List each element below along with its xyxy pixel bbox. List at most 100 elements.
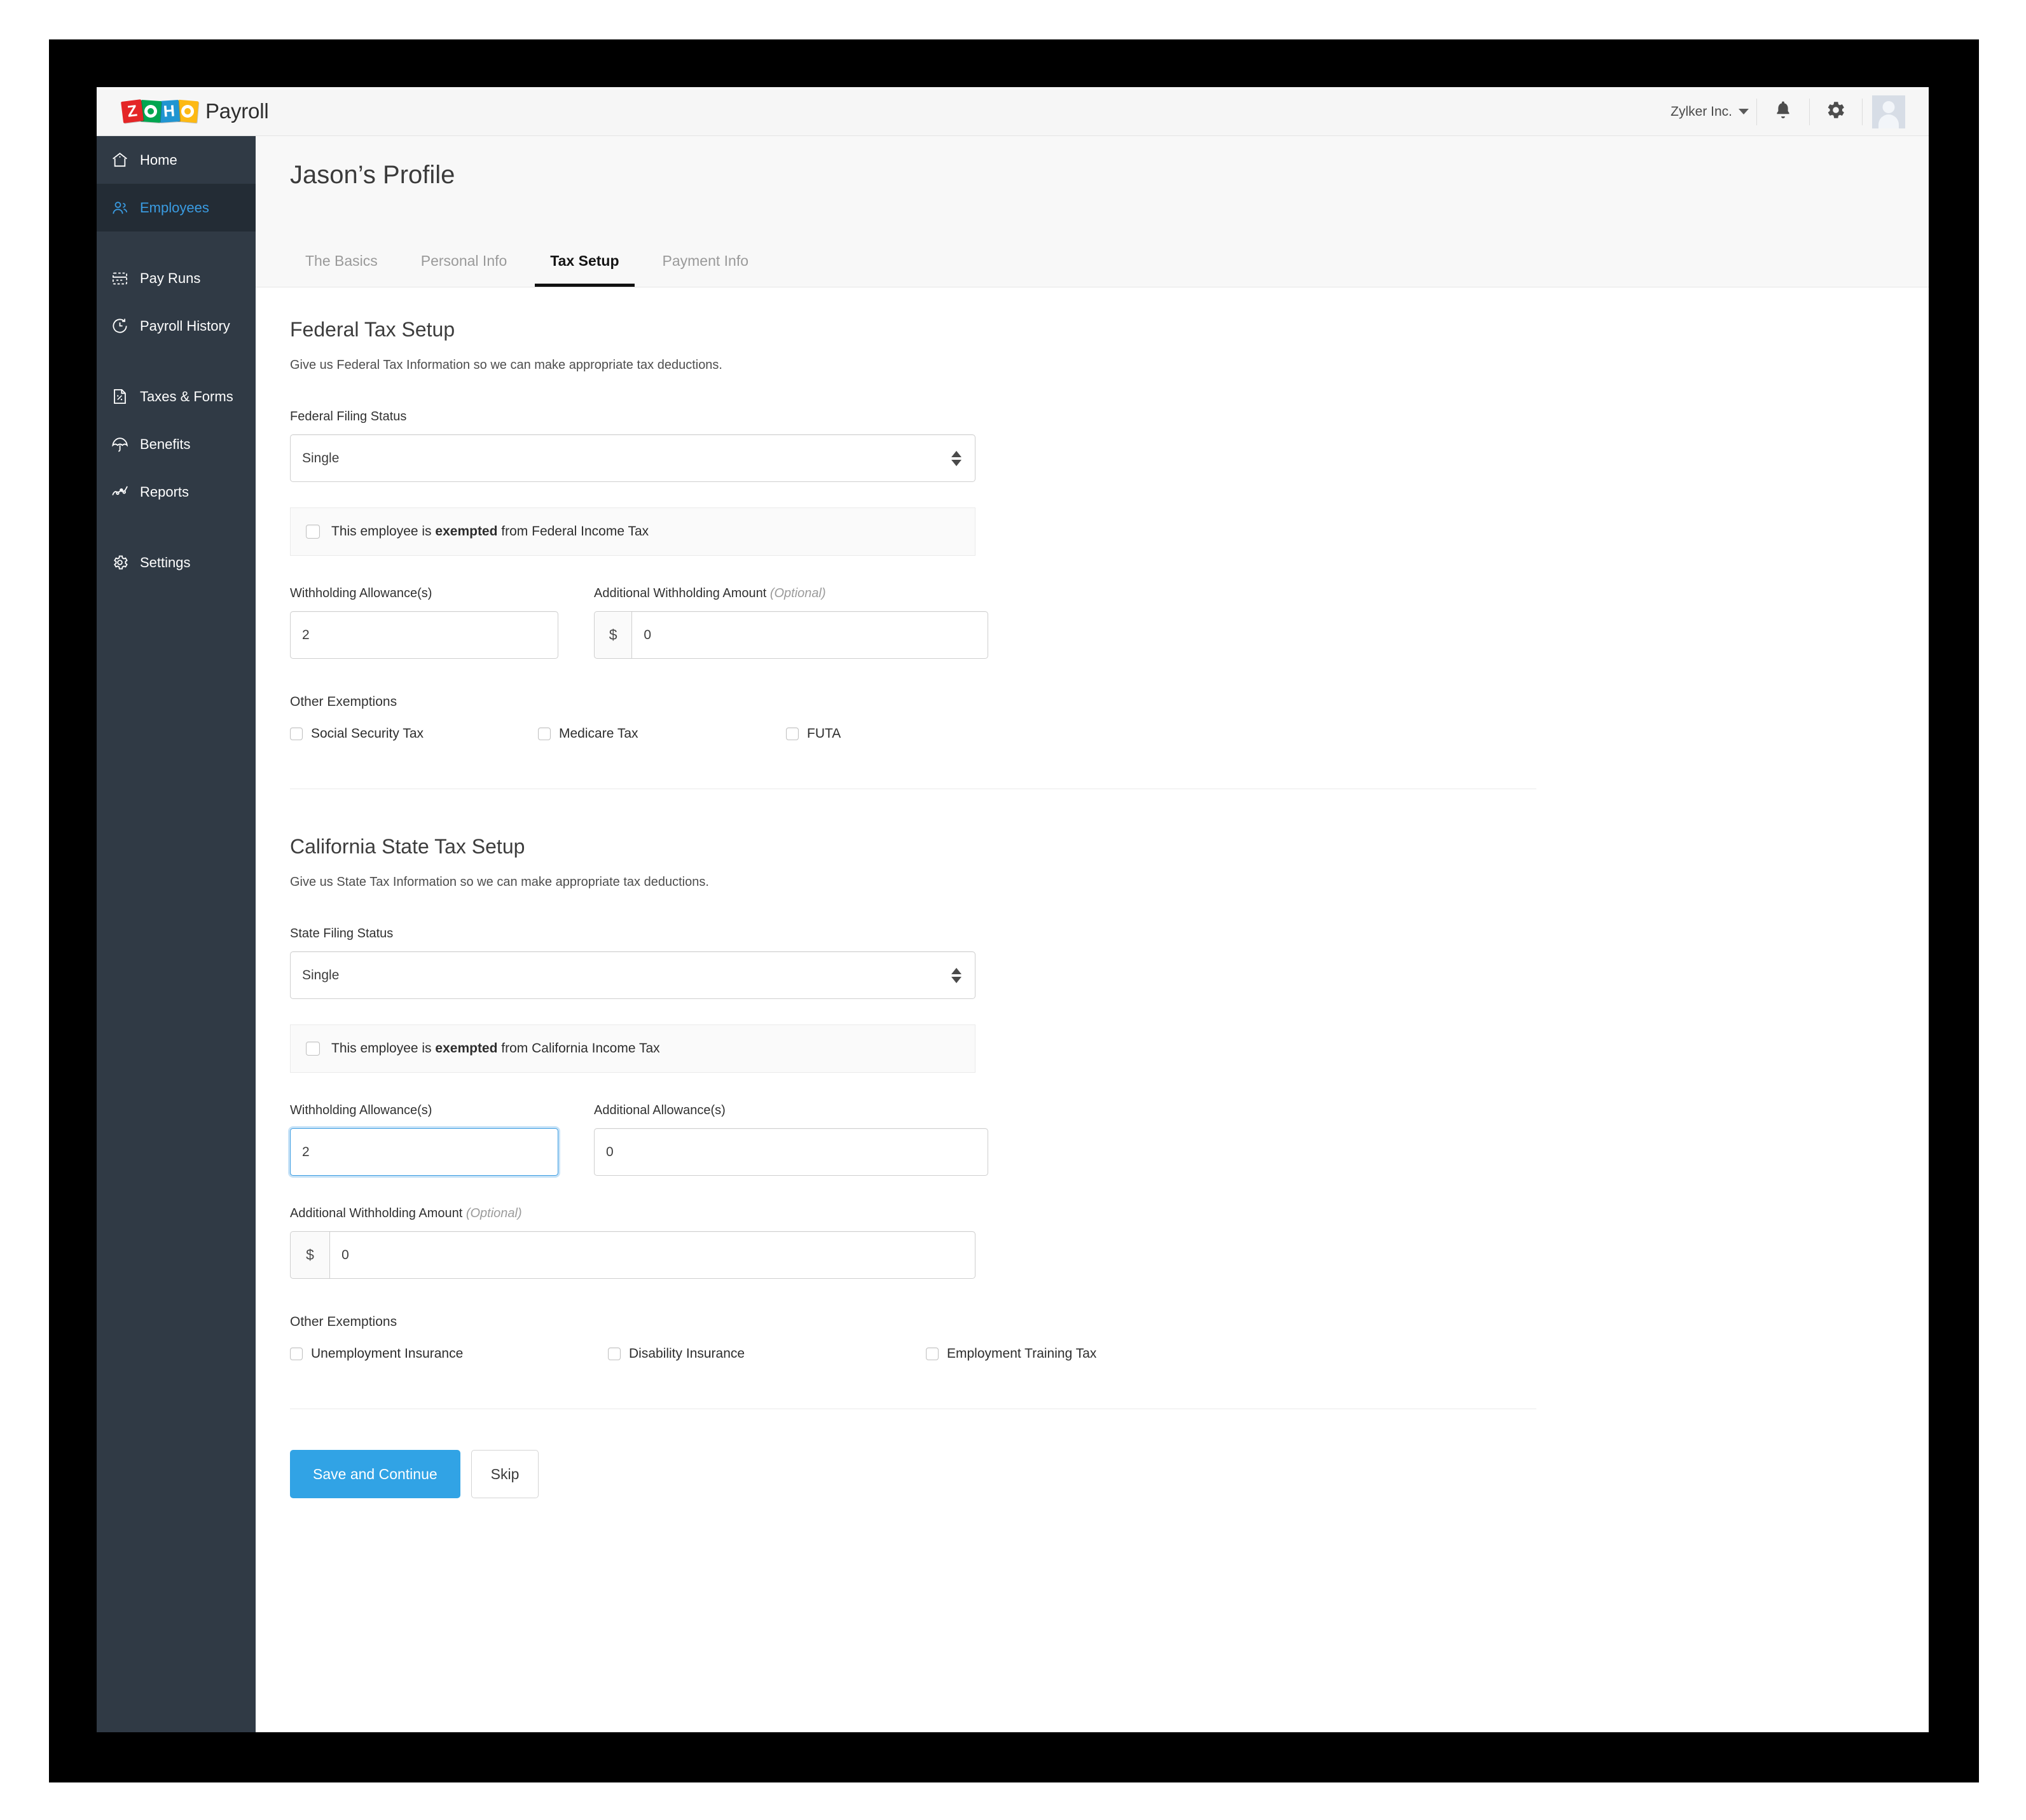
federal-other-exemptions-row: Social Security Tax Medicare Tax FUTA — [290, 726, 1894, 741]
divider — [1756, 98, 1757, 125]
sidebar-item-label: Employees — [140, 199, 209, 216]
state-filing-status-wrap: Single — [290, 951, 975, 999]
tab-the-basics[interactable]: The Basics — [290, 252, 393, 287]
state-withholding-input[interactable] — [290, 1128, 558, 1176]
state-additional-input-group: $ — [290, 1231, 975, 1279]
sidebar-item-reports[interactable]: Reports — [97, 468, 256, 516]
federal-section-subtitle: Give us Federal Tax Information so we ca… — [290, 358, 722, 372]
checkbox-box[interactable] — [786, 727, 799, 740]
federal-other-exemptions: Other Exemptions Social Security Tax Med… — [290, 694, 1894, 741]
federal-withholding-input[interactable] — [290, 611, 558, 659]
zoho-block-h: H — [158, 99, 181, 123]
checkbox-label: Unemployment Insurance — [311, 1346, 464, 1361]
sidebar-item-label: Settings — [140, 554, 191, 570]
federal-exempt-banner[interactable]: This employee is exempted from Federal I… — [290, 507, 975, 556]
tab-tax-setup[interactable]: Tax Setup — [535, 252, 635, 287]
exempt-bold: exempted — [435, 1041, 498, 1056]
checkbox-medicare-tax[interactable]: Medicare Tax — [538, 726, 786, 741]
sidebar-item-label: Payroll History — [140, 317, 230, 334]
state-filing-status-select[interactable]: Single — [290, 951, 975, 999]
exempt-prefix: This employee is — [331, 1041, 436, 1056]
exempt-suffix: from California Income Tax — [497, 1041, 660, 1056]
state-additional-withholding-field: Additional Withholding Amount (Optional)… — [290, 1206, 1894, 1279]
federal-filing-status-wrap: Single — [290, 434, 975, 482]
federal-withholding-field: Withholding Allowance(s) — [290, 586, 558, 659]
profile-menu-button[interactable] — [1864, 87, 1913, 136]
currency-symbol: $ — [290, 1231, 330, 1279]
brand-logo[interactable]: Z H Payroll — [121, 98, 269, 125]
exempt-bold: exempted — [435, 524, 498, 539]
sidebar-item-employees[interactable]: Employees — [97, 184, 256, 231]
state-filing-status-label: State Filing Status — [290, 927, 394, 941]
page-title: Jason’s Profile — [290, 161, 455, 189]
sidebar-item-settings[interactable]: Settings — [97, 539, 256, 586]
checkbox-box[interactable] — [290, 727, 303, 740]
gear-icon — [111, 553, 129, 572]
exempt-suffix: from Federal Income Tax — [497, 524, 649, 539]
zoho-logo-icon: Z H — [121, 98, 199, 125]
state-additional-allowances-input[interactable] — [594, 1128, 988, 1176]
notifications-button[interactable] — [1758, 87, 1808, 136]
save-and-continue-button[interactable]: Save and Continue — [290, 1450, 460, 1498]
state-withholding-label: Withholding Allowance(s) — [290, 1103, 432, 1117]
app-window: Z H Payroll Zylker Inc. Home Employees P… — [97, 87, 1929, 1732]
federal-filing-status-select[interactable]: Single — [290, 434, 975, 482]
federal-withholding-label: Withholding Allowance(s) — [290, 586, 432, 600]
federal-exempt-checkbox[interactable] — [306, 525, 320, 539]
state-section-title: California State Tax Setup — [290, 835, 525, 858]
federal-additional-field: Additional Withholding Amount (Optional)… — [594, 586, 988, 659]
state-allowance-row: Withholding Allowance(s) Additional Allo… — [290, 1103, 1894, 1176]
state-exempt-checkbox[interactable] — [306, 1042, 320, 1056]
umbrella-icon — [111, 435, 129, 453]
state-exempt-banner[interactable]: This employee is exempted from Californi… — [290, 1024, 975, 1073]
label-text: Additional Withholding Amount — [290, 1206, 466, 1220]
sidebar-item-home[interactable]: Home — [97, 136, 256, 184]
state-tax-section: California State Tax Setup Give us State… — [290, 835, 1894, 1362]
state-additional-allowances-field: Additional Allowance(s) — [594, 1103, 988, 1176]
label-text: Additional Withholding Amount — [594, 586, 770, 600]
federal-additional-input[interactable] — [631, 611, 988, 659]
federal-additional-input-group: $ — [594, 611, 988, 659]
top-bar: Z H Payroll Zylker Inc. — [97, 87, 1929, 136]
checkbox-box[interactable] — [290, 1348, 303, 1360]
tab-personal-info[interactable]: Personal Info — [406, 252, 523, 287]
sidebar-item-label: Reports — [140, 483, 190, 500]
state-other-exemptions-title: Other Exemptions — [290, 1314, 397, 1329]
calendar-icon — [111, 269, 129, 287]
state-withholding-field: Withholding Allowance(s) — [290, 1103, 558, 1176]
checkbox-employment-training-tax[interactable]: Employment Training Tax — [926, 1346, 1096, 1362]
sidebar-item-label: Benefits — [140, 436, 191, 452]
optional-tag: (Optional) — [769, 586, 826, 600]
checkbox-social-security-tax[interactable]: Social Security Tax — [290, 726, 538, 741]
state-other-exemptions-row: Unemployment Insurance Disability Insura… — [290, 1346, 1894, 1362]
sidebar-item-pay-runs[interactable]: Pay Runs — [97, 254, 256, 302]
tax-setup-form: Federal Tax Setup Give us Federal Tax In… — [256, 287, 1929, 1559]
sidebar-item-taxes-and-forms[interactable]: Taxes & Forms — [97, 373, 256, 420]
tab-payment-info[interactable]: Payment Info — [647, 252, 764, 287]
skip-button[interactable]: Skip — [471, 1450, 539, 1498]
checkbox-box[interactable] — [538, 727, 551, 740]
federal-tax-section: Federal Tax Setup Give us Federal Tax In… — [290, 318, 1894, 741]
sidebar-item-benefits[interactable]: Benefits — [97, 420, 256, 468]
org-switcher[interactable]: Zylker Inc. — [1671, 104, 1755, 120]
sidebar-item-payroll-history[interactable]: Payroll History — [97, 302, 256, 350]
zoho-block-z: Z — [121, 99, 144, 123]
brand-name: Payroll — [205, 99, 269, 123]
sidebar-item-label: Pay Runs — [140, 270, 201, 286]
checkbox-disability-insurance[interactable]: Disability Insurance — [608, 1346, 926, 1362]
state-additional-input[interactable] — [329, 1231, 975, 1279]
checkbox-futa[interactable]: FUTA — [786, 726, 841, 741]
checkbox-box[interactable] — [608, 1348, 621, 1360]
chevron-down-icon — [1739, 109, 1749, 114]
home-icon — [111, 151, 129, 169]
federal-amount-row: Withholding Allowance(s) Additional With… — [290, 586, 1894, 659]
checkbox-label: Employment Training Tax — [947, 1346, 1097, 1361]
top-bar-actions: Zylker Inc. — [1671, 87, 1913, 136]
federal-exempt-label: This employee is exempted from Federal I… — [331, 524, 649, 539]
settings-button[interactable] — [1811, 87, 1861, 136]
checkbox-box[interactable] — [926, 1348, 939, 1360]
gear-icon — [1826, 100, 1846, 123]
checkbox-unemployment-insurance[interactable]: Unemployment Insurance — [290, 1346, 608, 1362]
optional-tag: (Optional) — [465, 1206, 522, 1220]
